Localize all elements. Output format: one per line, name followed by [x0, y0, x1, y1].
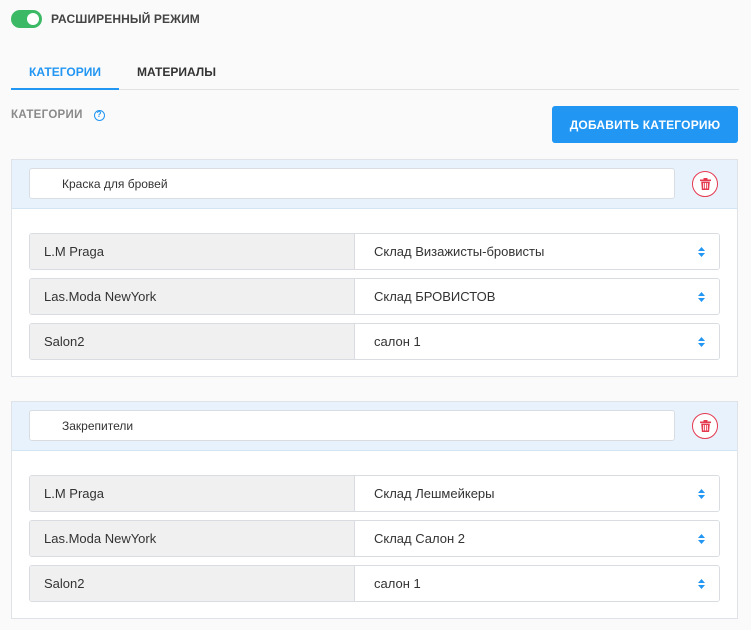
mapping-row: Salon2 салон 1 [29, 323, 720, 360]
select-arrows-icon [698, 247, 705, 257]
mapping-row: Las.Moda NewYork Склад Салон 2 [29, 520, 720, 557]
salon-name: Salon2 [30, 324, 355, 359]
category-card-body: L.M Praga Склад Визажисты-бровисты Las.M… [12, 209, 737, 376]
warehouse-select-value: салон 1 [374, 334, 421, 349]
select-arrows-icon [698, 489, 705, 499]
section-title: КАТЕГОРИИ [11, 109, 83, 121]
category-name-input[interactable]: Закрепители [29, 410, 675, 441]
select-arrows-icon [698, 579, 705, 589]
trash-icon [699, 178, 711, 190]
delete-category-button[interactable] [692, 171, 718, 197]
category-card-header: Закрепители [12, 402, 737, 451]
salon-name: Las.Moda NewYork [30, 521, 355, 556]
tab-materials[interactable]: МАТЕРИАЛЫ [119, 56, 234, 90]
mapping-row: Salon2 салон 1 [29, 565, 720, 602]
advanced-mode-label: РАСШИРЕННЫЙ РЕЖИМ [51, 12, 200, 26]
question-circle-icon[interactable]: ? [93, 109, 105, 121]
add-category-button[interactable]: ДОБАВИТЬ КАТЕГОРИЮ [552, 106, 738, 143]
select-arrows-icon [698, 534, 705, 544]
select-arrows-icon [698, 292, 705, 302]
category-card: Краска для бровей L.M Praga Склад Визажи… [11, 159, 738, 377]
salon-name: Salon2 [30, 566, 355, 601]
warehouse-select-value: Склад Салон 2 [374, 531, 465, 546]
tab-categories[interactable]: КАТЕГОРИИ [11, 56, 119, 90]
advanced-mode-toggle[interactable] [11, 10, 42, 28]
section-header: КАТЕГОРИИ ? [11, 109, 105, 121]
category-card-header: Краска для бровей [12, 160, 737, 209]
warehouse-select[interactable]: Склад Салон 2 [355, 521, 719, 556]
category-name-input[interactable]: Краска для бровей [29, 168, 675, 199]
warehouse-select-value: Склад Визажисты-бровисты [374, 244, 545, 259]
toggle-knob [27, 13, 39, 25]
mapping-row: L.M Praga Склад Визажисты-бровисты [29, 233, 720, 270]
select-arrows-icon [698, 337, 705, 347]
warehouse-select[interactable]: салон 1 [355, 566, 719, 601]
warehouse-select[interactable]: Склад БРОВИСТОВ [355, 279, 719, 314]
salon-name: Las.Moda NewYork [30, 279, 355, 314]
category-card: Закрепители L.M Praga Склад Лешмейкеры L… [11, 401, 738, 619]
warehouse-select-value: салон 1 [374, 576, 421, 591]
trash-icon [699, 420, 711, 432]
warehouse-select-value: Склад Лешмейкеры [374, 486, 495, 501]
delete-category-button[interactable] [692, 413, 718, 439]
salon-name: L.M Praga [30, 476, 355, 511]
warehouse-select[interactable]: Склад Визажисты-бровисты [355, 234, 719, 269]
tab-bar: КАТЕГОРИИ МАТЕРИАЛЫ [11, 56, 739, 90]
mapping-row: L.M Praga Склад Лешмейкеры [29, 475, 720, 512]
advanced-mode-toggle-row: РАСШИРЕННЫЙ РЕЖИМ [11, 10, 200, 28]
category-card-body: L.M Praga Склад Лешмейкеры Las.Moda NewY… [12, 451, 737, 618]
warehouse-select[interactable]: Склад Лешмейкеры [355, 476, 719, 511]
warehouse-select[interactable]: салон 1 [355, 324, 719, 359]
warehouse-select-value: Склад БРОВИСТОВ [374, 289, 496, 304]
mapping-row: Las.Moda NewYork Склад БРОВИСТОВ [29, 278, 720, 315]
salon-name: L.M Praga [30, 234, 355, 269]
